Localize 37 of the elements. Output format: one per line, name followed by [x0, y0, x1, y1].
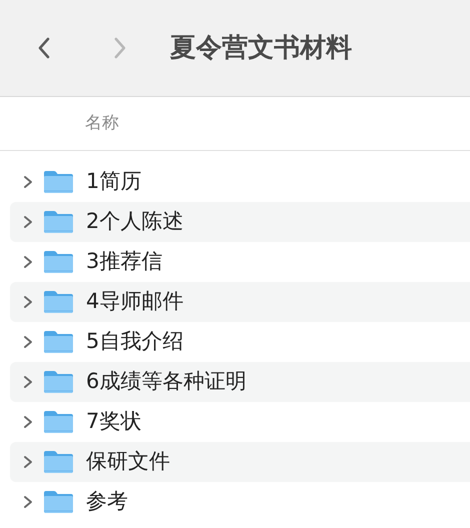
folder-icon [43, 410, 74, 434]
folder-row[interactable]: 参考 [10, 482, 470, 522]
folder-icon [43, 490, 74, 514]
folder-row[interactable]: 2个人陈述 [10, 202, 470, 242]
folder-icon [43, 330, 74, 354]
folder-row[interactable]: 4导师邮件 [10, 282, 470, 322]
folder-name: 5自我介绍 [86, 328, 184, 356]
folder-row[interactable]: 3推荐信 [10, 242, 470, 282]
folder-icon [43, 210, 74, 234]
disclosure-icon[interactable] [22, 255, 34, 269]
folder-row[interactable]: 保研文件 [10, 442, 470, 482]
folder-row[interactable]: 5自我介绍 [10, 322, 470, 362]
folder-name: 1简历 [86, 168, 142, 196]
disclosure-icon[interactable] [22, 415, 34, 429]
folder-row[interactable]: 1简历 [10, 162, 470, 202]
folder-icon [43, 250, 74, 274]
folder-name: 3推荐信 [86, 248, 162, 276]
folder-icon [43, 170, 74, 194]
folder-name: 参考 [86, 488, 128, 516]
disclosure-icon[interactable] [22, 175, 34, 189]
folder-name: 7奖状 [86, 408, 142, 436]
folder-name: 6成绩等各种证明 [86, 368, 246, 396]
folder-icon [43, 370, 74, 394]
disclosure-icon[interactable] [22, 375, 34, 389]
disclosure-icon[interactable] [22, 215, 34, 229]
folder-name: 保研文件 [86, 448, 170, 476]
folder-icon [43, 290, 74, 314]
folder-icon [43, 450, 74, 474]
folder-name: 2个人陈述 [86, 208, 184, 236]
disclosure-icon[interactable] [22, 455, 34, 469]
disclosure-icon[interactable] [22, 335, 34, 349]
disclosure-icon[interactable] [22, 295, 34, 309]
window-title: 夏令营文书材料 [170, 32, 352, 64]
folder-name: 4导师邮件 [86, 288, 184, 316]
folder-row[interactable]: 7奖状 [10, 402, 470, 442]
folder-row[interactable]: 6成绩等各种证明 [10, 362, 470, 402]
disclosure-icon[interactable] [22, 495, 34, 509]
